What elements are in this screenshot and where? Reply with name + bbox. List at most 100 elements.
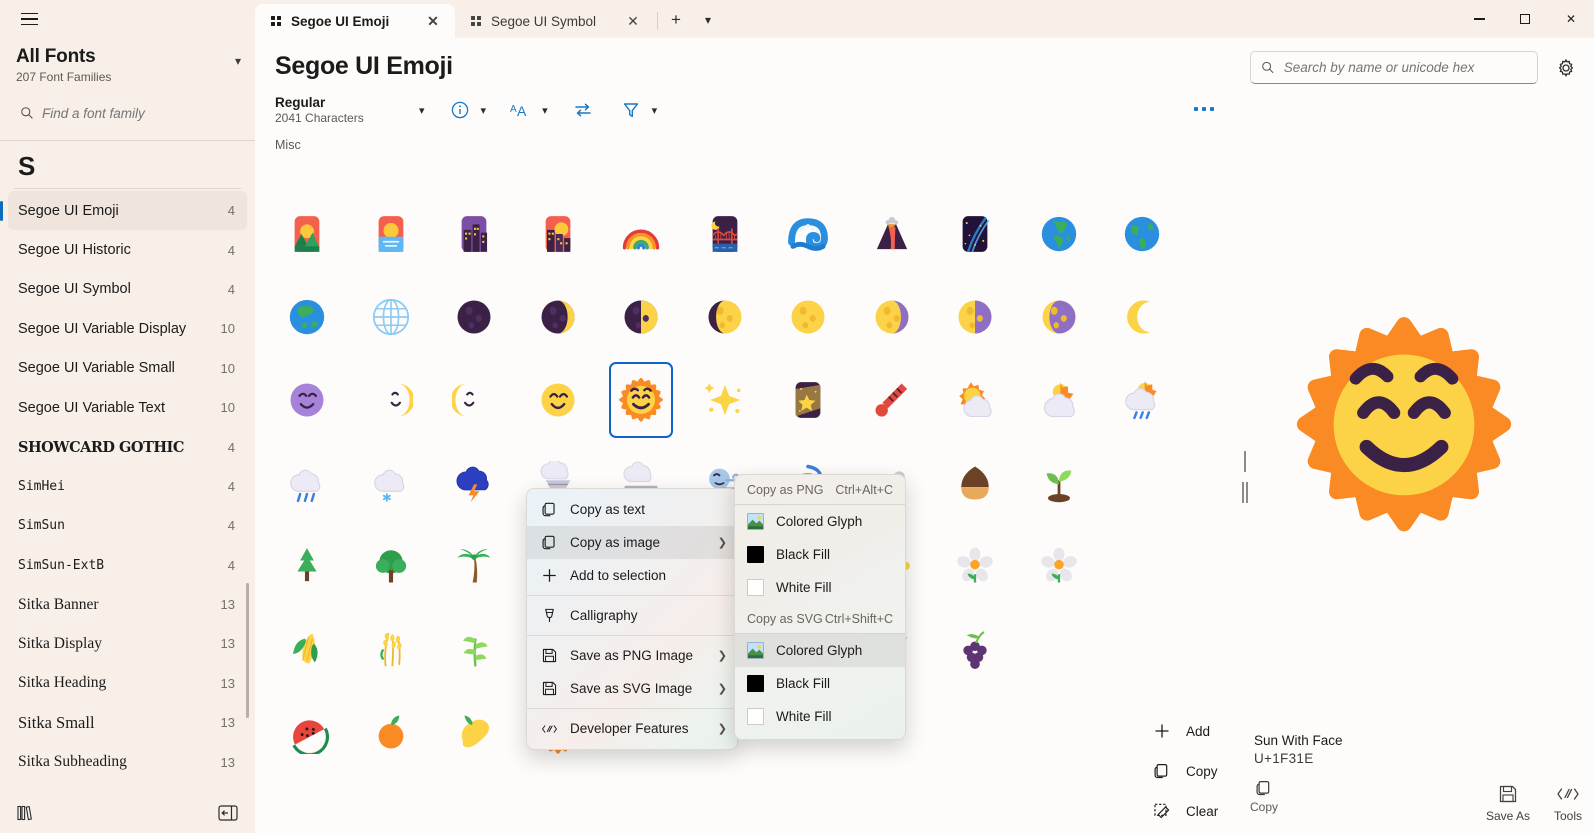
- glyph-cell-deciduous-tree[interactable]: [359, 528, 423, 604]
- menu-item-calligraphy[interactable]: Calligraphy: [527, 599, 737, 632]
- tab-close-icon[interactable]: ✕: [621, 9, 645, 33]
- sidebar-item-sitka-subheading[interactable]: Sitka Subheading 13: [8, 742, 247, 781]
- glyph-cell-waxing-crescent-moon[interactable]: [526, 279, 590, 355]
- collapse-sidebar-icon[interactable]: [217, 804, 239, 822]
- menu-item-add-to-selection[interactable]: Add to selection: [527, 559, 737, 592]
- glyph-cell-first-quarter-moon[interactable]: [609, 279, 673, 355]
- glyph-cell-full-moon[interactable]: [776, 279, 840, 355]
- glyph-cell-white-flower[interactable]: [1027, 528, 1091, 604]
- sidebar-item-sitka-heading[interactable]: Sitka Heading 13: [8, 664, 247, 703]
- glyph-cell-volcano[interactable]: [860, 196, 924, 272]
- glyph-cell-palm-tree[interactable]: [442, 528, 506, 604]
- sidebar-item-segoe-ui-symbol[interactable]: Segoe UI Symbol 4: [8, 270, 247, 309]
- glyph-cell-rainbow[interactable]: [609, 196, 673, 272]
- submenu-item-white-fill[interactable]: White Fill: [735, 571, 905, 604]
- save-as-button[interactable]: Save As: [1486, 783, 1530, 823]
- search-input[interactable]: [42, 105, 235, 121]
- glyph-cell-last-quarter-moon-face[interactable]: [442, 362, 506, 438]
- glyph-cell-waning-crescent-moon[interactable]: [1027, 279, 1091, 355]
- info-chevron-down-icon[interactable]: ▾: [481, 104, 487, 117]
- menu-item-copy-as-text[interactable]: Copy as text: [527, 493, 737, 526]
- glyph-cell-globe-americas[interactable]: [1110, 196, 1174, 272]
- swap-button[interactable]: [566, 93, 600, 127]
- clear-button[interactable]: Clear: [1144, 791, 1226, 831]
- tab-list-chevron-down-icon[interactable]: ▾: [692, 5, 724, 35]
- glyph-cell-sunrise[interactable]: [359, 196, 423, 272]
- glyph-cell-evergreen-tree[interactable]: [275, 528, 339, 604]
- font-family-search[interactable]: [14, 98, 241, 128]
- glyph-cell-blossom[interactable]: [943, 528, 1007, 604]
- close-button[interactable]: ✕: [1548, 0, 1594, 38]
- hamburger-menu-icon[interactable]: [14, 4, 44, 34]
- sidebar-item-sitka-display[interactable]: Sitka Display 13: [8, 624, 247, 663]
- submenu-item-black-fill[interactable]: Black Fill: [735, 538, 905, 571]
- style-chevron-down-icon[interactable]: ▾: [419, 104, 425, 117]
- menu-item-save-as-svg-image[interactable]: Save as SVG Image ❯: [527, 672, 737, 705]
- glyph-cell-cloud-with-lightning[interactable]: [442, 445, 506, 521]
- tab-segoe-ui-symbol[interactable]: Segoe UI Symbol ✕: [455, 4, 655, 38]
- menu-item-developer-features[interactable]: Developer Features ❯: [527, 712, 737, 745]
- glyph-cell-globe-europe-africa[interactable]: [1027, 196, 1091, 272]
- sidebar-item-showcard-gothic[interactable]: SHOWCARD GOTHIC 4: [8, 427, 247, 466]
- glyph-cell-thermometer[interactable]: [860, 362, 924, 438]
- glyph-cell-globe-meridians[interactable]: [359, 279, 423, 355]
- more-options-button[interactable]: [1187, 94, 1221, 124]
- glyph-cell-sun-behind-large-cloud[interactable]: [1027, 362, 1091, 438]
- sidebar-item-segoe-ui-emoji[interactable]: Segoe UI Emoji 4: [8, 191, 247, 231]
- glyph-cell-sheaf-of-rice[interactable]: [359, 611, 423, 687]
- glyph-cell-sunrise-over-mountains[interactable]: [275, 196, 339, 272]
- font-size-button[interactable]: A A: [504, 93, 538, 127]
- glyph-cell-water-wave[interactable]: [776, 196, 840, 272]
- glyph-cell-chestnut[interactable]: [943, 445, 1007, 521]
- sidebar-item-simsun-extb[interactable]: SimSun-ExtB 4: [8, 546, 247, 585]
- glyph-cell-glowing-star[interactable]: [693, 362, 757, 438]
- sidebar-scrollbar[interactable]: [246, 583, 249, 718]
- glyph-cell-seedling[interactable]: [1027, 445, 1091, 521]
- glyph-cell-waxing-gibbous-moon[interactable]: [693, 279, 757, 355]
- glyph-cell-lemon[interactable]: [442, 694, 506, 770]
- info-button[interactable]: [443, 93, 477, 127]
- glyph-cell-tangerine[interactable]: [359, 694, 423, 770]
- glyph-cell-bridge-at-night[interactable]: [693, 196, 757, 272]
- sidebar-item-simsun[interactable]: SimSun 4: [8, 506, 247, 545]
- glyph-cell-waning-gibbous-moon[interactable]: [860, 279, 924, 355]
- tab-segoe-ui-emoji[interactable]: Segoe UI Emoji ✕: [255, 4, 455, 38]
- tab-close-icon[interactable]: ✕: [421, 9, 445, 33]
- font-style-selector[interactable]: Regular 2041 Characters: [275, 95, 415, 125]
- glyph-cell-herb[interactable]: [442, 611, 506, 687]
- glyph-cell-full-moon-face[interactable]: [526, 362, 590, 438]
- copy-button[interactable]: Copy: [1144, 751, 1226, 791]
- glyph-cell-cloud-with-snow[interactable]: [359, 445, 423, 521]
- submenu-item-black-fill[interactable]: Black Fill: [735, 667, 905, 700]
- submenu-item-white-fill[interactable]: White Fill: [735, 700, 905, 733]
- glyph-cell-sun-with-face[interactable]: [609, 362, 673, 438]
- glyph-cell-grapes[interactable]: [943, 611, 1007, 687]
- menu-item-copy-as-image[interactable]: Copy as image ❯: [527, 526, 737, 559]
- menu-item-save-as-png-image[interactable]: Save as PNG Image ❯: [527, 639, 737, 672]
- glyph-cell-cityscape-dusk[interactable]: [442, 196, 506, 272]
- glyph-cell-shooting-star[interactable]: [776, 362, 840, 438]
- sidebar-item-segoe-ui-historic[interactable]: Segoe UI Historic 4: [8, 230, 247, 269]
- glyph-cell-first-quarter-moon-face[interactable]: [359, 362, 423, 438]
- glyph-search[interactable]: [1250, 51, 1538, 84]
- submenu-item-colored-glyph[interactable]: Colored Glyph: [735, 634, 905, 667]
- copy-glyph-button[interactable]: Copy: [1250, 779, 1278, 814]
- glyph-cell-ear-of-corn[interactable]: [275, 611, 339, 687]
- settings-button[interactable]: [1552, 54, 1580, 82]
- maximize-button[interactable]: [1502, 0, 1548, 38]
- sidebar-item-sitka-banner[interactable]: Sitka Banner 13: [8, 585, 247, 624]
- panel-resize-handles[interactable]: [1242, 451, 1248, 524]
- sidebar-item-segoe-ui-variable-small[interactable]: Segoe UI Variable Small 10: [8, 349, 247, 388]
- add-button[interactable]: Add: [1144, 711, 1226, 751]
- minimize-button[interactable]: [1456, 0, 1502, 38]
- glyph-cell-sunset[interactable]: [526, 196, 590, 272]
- glyph-cell-globe-asia-australia[interactable]: [275, 279, 339, 355]
- sidebar-item-simhei[interactable]: SimHei 4: [8, 467, 247, 506]
- glyph-cell-watermelon[interactable]: [275, 694, 339, 770]
- filter-button[interactable]: [614, 93, 648, 127]
- glyph-cell-sun-behind-rain-cloud[interactable]: [1110, 362, 1174, 438]
- font-collection-icon[interactable]: [16, 804, 36, 822]
- new-tab-button[interactable]: +: [660, 5, 692, 35]
- glyph-search-input[interactable]: [1283, 60, 1527, 75]
- glyph-cell-last-quarter-moon[interactable]: [943, 279, 1007, 355]
